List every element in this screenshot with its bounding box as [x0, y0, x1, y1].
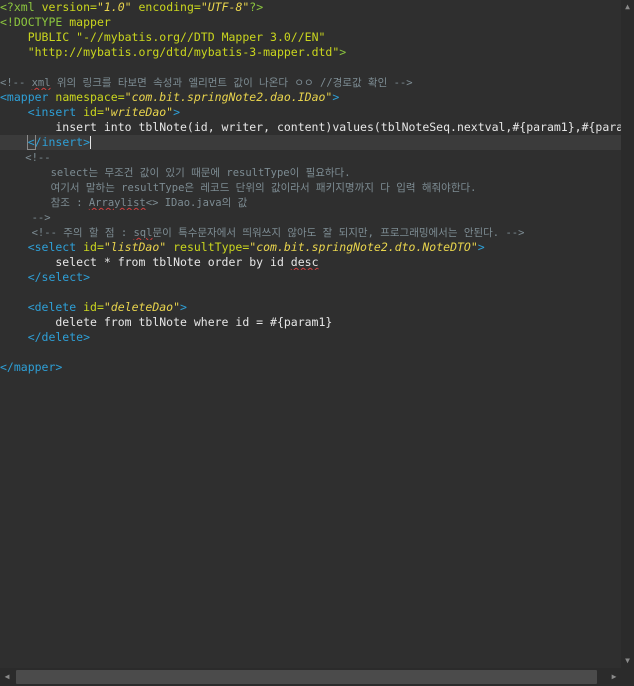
token: "http://mybatis.org/dtd/mybatis-3-mapper…	[27, 45, 340, 59]
code-line: </select>	[0, 270, 621, 285]
token: </mapper>	[0, 360, 63, 374]
token: 참조 :	[0, 197, 89, 209]
matched-bracket: <	[26, 135, 36, 150]
token: >	[339, 45, 347, 59]
token: -->	[0, 212, 51, 224]
code-line: <delete id="deleteDao">	[0, 300, 621, 315]
scroll-left-icon[interactable]: ◀	[0, 668, 14, 686]
code-line: <mapper namespace="com.bit.springNote2.d…	[0, 90, 621, 105]
token: >	[173, 105, 181, 119]
token: namespace=	[48, 90, 125, 104]
token: "-//mybatis.org//DTD Mapper 3.0//EN"	[76, 30, 326, 44]
token: mapper	[62, 15, 111, 29]
token: /insert>	[34, 135, 91, 149]
scroll-up-icon[interactable]: ▲	[621, 0, 634, 14]
code-line: <insert id="writeDao">	[0, 105, 621, 120]
token: <select	[0, 240, 77, 254]
token: <?	[0, 0, 14, 14]
token: resultType=	[166, 240, 250, 254]
token: id=	[76, 240, 104, 254]
code-line: <?xml version="1.0" encoding="UTF-8"?>	[0, 0, 621, 15]
token: xml	[31, 77, 51, 89]
horizontal-scroll-thumb[interactable]	[16, 670, 597, 684]
token: select는 무조건 값이 있기 때문에 resultType이 필요하다.	[0, 167, 351, 179]
code-line: select는 무조건 값이 있기 때문에 resultType이 필요하다.	[0, 165, 621, 180]
code-line: PUBLIC "-//mybatis.org//DTD Mapper 3.0//…	[0, 30, 621, 45]
scroll-right-icon[interactable]: ▶	[607, 668, 621, 686]
token: PUBLIC	[0, 30, 77, 44]
code-line: <!DOCTYPE mapper	[0, 15, 621, 30]
token: <> IDao.java의 값	[145, 197, 248, 209]
token: <!	[0, 15, 14, 29]
token: sql	[133, 227, 153, 239]
code-line: <!--	[0, 150, 621, 165]
current-line: </insert>	[0, 135, 621, 150]
scrollbar-corner	[621, 668, 634, 686]
token: <mapper	[0, 90, 49, 104]
code-line: 참조 : Arraylist<> IDao.java의 값	[0, 195, 621, 210]
token: 여기서 말하는 resultType은 레코드 단위의 값이라서 패키지명까지 …	[0, 182, 477, 194]
code-line: 여기서 말하는 resultType은 레코드 단위의 값이라서 패키지명까지 …	[0, 180, 621, 195]
token: "listDao"	[103, 240, 167, 254]
token: DOCTYPE	[13, 15, 63, 29]
token: delete from tblNote where id = #{param1}	[0, 315, 333, 329]
token: desc	[290, 255, 319, 269]
horizontal-scrollbar[interactable]: ◀ ▶	[0, 668, 621, 686]
token: >	[332, 90, 340, 104]
token: id=	[76, 105, 104, 119]
code-line: <!-- xml 위의 링크를 타보면 속성과 엘리먼트 값이 나온다 ㅇㅇ /…	[0, 75, 621, 90]
token: "writeDao"	[103, 105, 174, 119]
token: 위의 링크를 타보면 속성과 엘리먼트 값이 나온다 ㅇㅇ //경로값 확인 -…	[50, 77, 413, 89]
token: "com.bit.springNote2.dto.NoteDTO"	[249, 240, 478, 254]
token: version=	[34, 0, 97, 14]
token: <delete	[0, 300, 77, 314]
token: insert into tblNote(id, writer, content)…	[55, 120, 621, 134]
code-line: -->	[0, 210, 621, 225]
token: >	[477, 240, 485, 254]
token: "deleteDao"	[103, 300, 181, 314]
token: "UTF-8"	[200, 0, 250, 14]
code-line: "http://mybatis.org/dtd/mybatis-3-mapper…	[0, 45, 621, 60]
token: 문이 특수문자에서 띄워쓰지 않아도 잘 되지만, 프로그래밍에서는 안된다. …	[152, 227, 525, 239]
token: <!--	[0, 152, 51, 164]
text-caret	[90, 136, 92, 149]
token: id=	[76, 300, 104, 314]
code-line: select * from tblNote order by id desc	[0, 255, 621, 270]
token: "1.0"	[96, 0, 132, 14]
code-line: <select id="listDao" resultType="com.bit…	[0, 240, 621, 255]
token: Arraylist	[88, 197, 146, 209]
token: encoding=	[131, 0, 201, 14]
code-line: insert into tblNote(id, writer, content)…	[0, 120, 621, 135]
token: <insert	[0, 105, 77, 119]
token: xml	[13, 0, 35, 14]
vertical-scrollbar[interactable]: ▲ ▼	[621, 0, 634, 668]
code-line: <!-- 주의 할 점 : sql문이 특수문자에서 띄워쓰지 않아도 잘 되지…	[0, 225, 621, 240]
code-line: </mapper>	[0, 360, 621, 375]
token: select * from tblNote order by id	[0, 255, 291, 269]
token: >	[180, 300, 187, 314]
token: "com.bit.springNote2.dao.IDao"	[124, 90, 333, 104]
code-line: </delete>	[0, 330, 621, 345]
token: </delete>	[0, 330, 91, 344]
token: </select>	[0, 270, 91, 284]
token: <!-- 주의 할 점 :	[0, 227, 134, 239]
token: <!--	[0, 77, 32, 89]
code-editor[interactable]: <?xml version="1.0" encoding="UTF-8"?> <…	[0, 0, 621, 668]
token: ?>	[249, 0, 264, 14]
code-line: delete from tblNote where id = #{param1}	[0, 315, 621, 330]
scroll-down-icon[interactable]: ▼	[621, 654, 634, 668]
